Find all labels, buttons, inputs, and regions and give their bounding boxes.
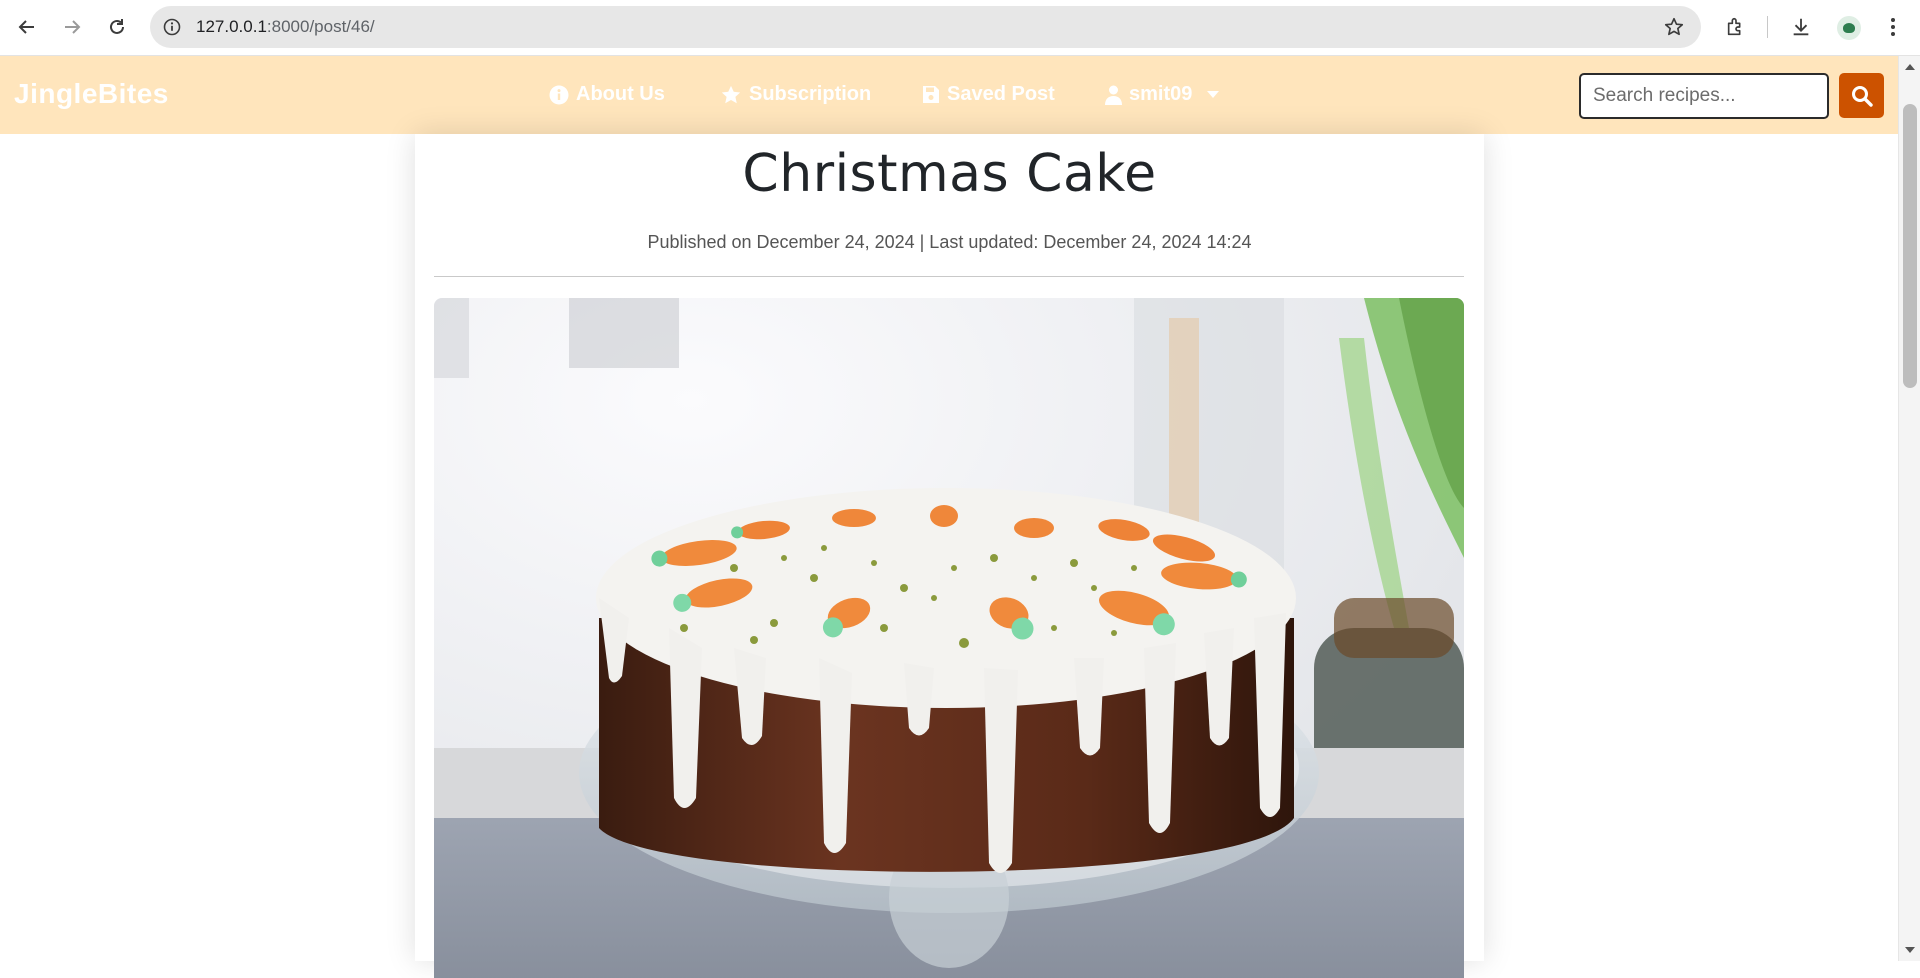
more-menu-icon[interactable] [1876,10,1910,44]
forward-arrow-icon[interactable] [55,10,89,44]
post-card: Christmas Cake Published on December 24,… [415,134,1484,978]
scroll-up-arrow-icon[interactable] [1905,64,1915,70]
brand-logo[interactable]: JingleBites [14,78,169,110]
site-navbar: JingleBites About Us Subscription Saved … [0,56,1898,134]
search-input[interactable] [1579,73,1829,119]
url-text[interactable]: 127.0.0.1:8000/post/46/ [196,17,375,37]
url-path: :8000/post/46/ [266,17,375,36]
nav-saved-post-label: Saved Post [947,83,1055,105]
download-icon[interactable] [1784,10,1818,44]
reload-icon[interactable] [100,10,134,44]
url-host: 127.0.0.1 [196,17,267,36]
bookmark-star-icon[interactable] [1663,16,1685,43]
save-disk-icon [923,86,939,103]
post-divider [434,276,1464,277]
nav-subscription[interactable]: Subscription [720,83,871,106]
scroll-down-arrow-icon[interactable] [1905,947,1915,953]
info-circle-icon [549,85,569,104]
toolbar-divider [1767,16,1768,38]
profile-avatar-icon[interactable] [1837,16,1861,40]
nav-user-dropdown[interactable]: smit09 [1105,83,1220,106]
search-icon [1851,85,1873,107]
post-title: Christmas Cake [742,144,1157,204]
nav-about-us-label: About Us [576,83,665,105]
site-info-icon[interactable] [162,17,182,37]
page-scrollbar[interactable] [1898,56,1920,961]
nav-saved-post[interactable]: Saved Post [922,83,1055,106]
search-button[interactable] [1839,73,1884,118]
post-meta: Published on December 24, 2024 | Last up… [647,232,1252,252]
address-bar[interactable]: 127.0.0.1:8000/post/46/ [150,6,1701,48]
user-icon [1105,85,1122,105]
extensions-icon[interactable] [1719,10,1753,44]
chevron-down-icon [1207,91,1220,98]
nav-subscription-label: Subscription [749,83,872,105]
back-arrow-icon[interactable] [10,10,44,44]
browser-toolbar: 127.0.0.1:8000/post/46/ [0,0,1920,56]
star-icon [721,85,741,103]
nav-about-us[interactable]: About Us [549,83,665,106]
nav-username-label: smit09 [1129,83,1193,105]
scrollbar-thumb[interactable] [1903,104,1917,388]
post-image [434,298,1464,978]
